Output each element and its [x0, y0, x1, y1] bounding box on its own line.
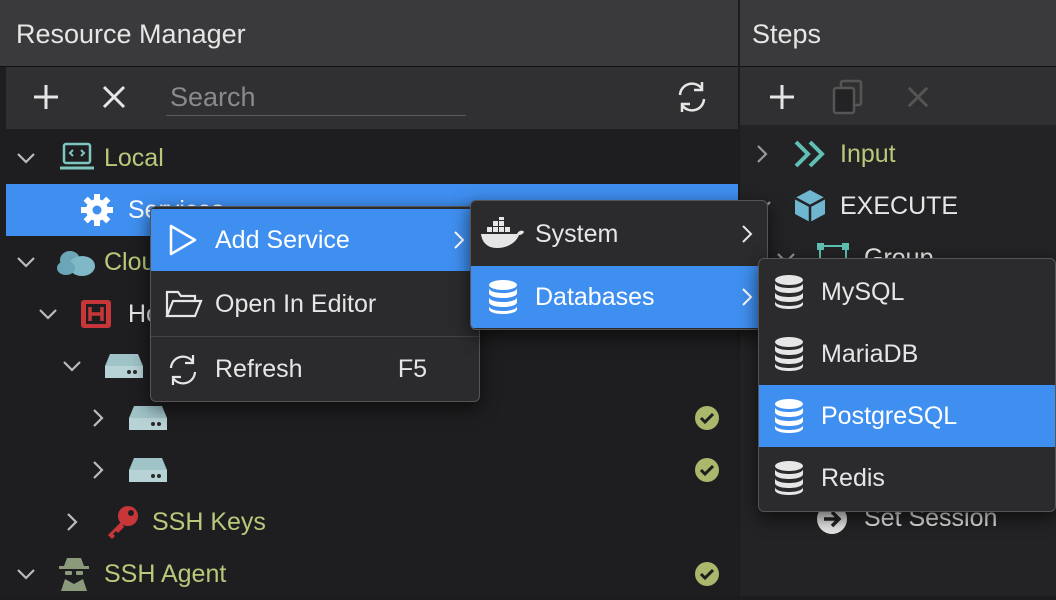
menu-item-label: Refresh: [215, 354, 303, 383]
step-execute[interactable]: EXECUTE: [740, 180, 1056, 232]
refresh-icon: [169, 355, 197, 385]
docker-icon: [481, 217, 524, 248]
cloud-icon: [57, 251, 95, 276]
tree-item-server[interactable]: [6, 444, 738, 496]
menu-item-shortcut: F5: [397, 354, 427, 383]
copy-step-button[interactable]: [828, 77, 868, 117]
chevron-down-icon: [17, 153, 35, 164]
step-label: EXECUTE: [840, 191, 959, 220]
plus-icon: [770, 85, 794, 109]
check-circle-icon: [695, 458, 719, 482]
menu-item-redis[interactable]: Redis: [759, 447, 1055, 509]
menu-item-postgresql[interactable]: PostgreSQL: [759, 385, 1055, 447]
menu-item-label: Databases: [535, 282, 655, 311]
resource-manager-toolbar: [6, 67, 738, 129]
close-icon: [907, 86, 929, 108]
server-icon: [129, 458, 167, 482]
chevron-right-icon: [93, 461, 104, 479]
remove-button[interactable]: [94, 77, 134, 117]
search-input[interactable]: [166, 79, 474, 115]
database-icon: [775, 461, 803, 495]
step-label: Input: [840, 139, 896, 168]
menu-item-label: Add Service: [215, 225, 350, 254]
database-icon: [489, 280, 517, 314]
menu-item-mysql[interactable]: MySQL: [759, 261, 1055, 323]
resource-manager-title: Resource Manager: [16, 19, 246, 49]
resource-manager-titlebar: Resource Manager: [0, 0, 738, 67]
plus-icon: [34, 85, 58, 109]
delete-step-button[interactable]: [898, 77, 938, 117]
steps-title: Steps: [752, 19, 822, 49]
menu-item-label: Open In Editor: [215, 289, 377, 318]
menu-item-label: MySQL: [821, 277, 905, 306]
add-step-button[interactable]: [762, 77, 802, 117]
chevron-right-icon: [757, 145, 768, 163]
add-button[interactable]: [26, 77, 66, 117]
chevron-down-icon: [17, 569, 35, 580]
chevron-right-icon: [93, 409, 104, 427]
chevron-right-icon: [454, 231, 465, 249]
gear-icon: [81, 194, 113, 226]
tree-item-label: Local: [104, 143, 164, 172]
database-icon: [775, 337, 803, 371]
database-icon: [775, 275, 803, 309]
server-icon: [105, 354, 143, 378]
chevron-down-icon: [63, 361, 81, 372]
sync-icon: [678, 82, 706, 112]
tree-item-ssh-agent[interactable]: SSH Agent: [6, 548, 738, 600]
folder-open-icon: [165, 290, 203, 318]
chevron-right-icon: [742, 225, 753, 243]
step-input[interactable]: Input: [740, 128, 1056, 180]
play-icon: [169, 224, 197, 256]
context-menu: Add Service Open In Editor Refresh F5: [150, 206, 480, 402]
server-icon: [129, 406, 167, 430]
menu-separator: [151, 336, 479, 337]
check-circle-icon: [695, 406, 719, 430]
close-icon: [102, 85, 126, 109]
steps-toolbar: [740, 67, 1056, 125]
chevron-right-icon: [742, 288, 753, 306]
menu-item-label: Redis: [821, 463, 885, 492]
menu-item-label: PostgreSQL: [821, 401, 958, 430]
menu-item-refresh[interactable]: Refresh F5: [151, 338, 479, 400]
databases-submenu: MySQL MariaDB PostgreSQL Redis: [758, 258, 1056, 512]
check-circle-icon: [695, 562, 719, 586]
database-icon: [775, 399, 803, 433]
chevron-down-icon: [17, 257, 35, 268]
chevron-down-icon: [39, 309, 57, 320]
menu-item-label: MariaDB: [821, 339, 919, 368]
sync-button[interactable]: [672, 77, 712, 117]
laptop-icon: [60, 142, 94, 170]
copy-icon: [832, 79, 863, 115]
tree-item-local[interactable]: Local: [6, 132, 738, 184]
double-chevron-icon: [794, 140, 825, 168]
service-submenu: System Databases: [470, 200, 768, 330]
steps-titlebar: Steps: [740, 0, 1056, 67]
chevron-right-icon: [67, 513, 78, 531]
menu-item-add-service[interactable]: Add Service: [151, 209, 479, 271]
hashicorp-icon: [81, 300, 111, 328]
tree-item-label: SSH Keys: [152, 507, 266, 536]
menu-item-databases[interactable]: Databases: [471, 266, 767, 328]
menu-item-mariadb[interactable]: MariaDB: [759, 323, 1055, 385]
cube-icon: [794, 190, 826, 222]
menu-item-system[interactable]: System: [471, 203, 767, 265]
tree-item-label: SSH Agent: [104, 559, 227, 588]
spy-agent-icon: [59, 558, 89, 591]
key-icon: [108, 506, 138, 539]
tree-item-ssh-keys[interactable]: SSH Keys: [6, 496, 738, 548]
search-field[interactable]: [166, 79, 474, 116]
menu-item-open-in-editor[interactable]: Open In Editor: [151, 273, 479, 335]
menu-item-label: System: [535, 219, 619, 248]
